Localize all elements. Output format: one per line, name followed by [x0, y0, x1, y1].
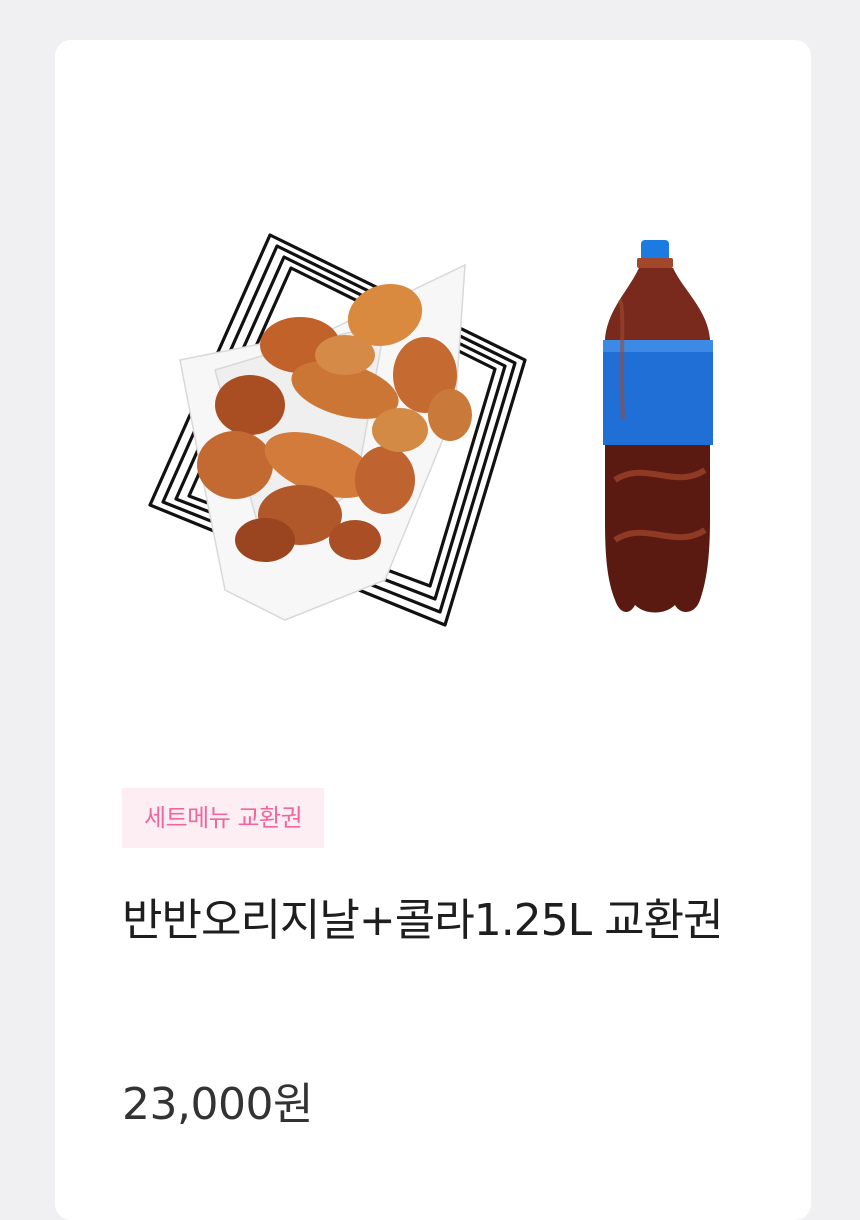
- product-price: 23,000원: [122, 1079, 313, 1130]
- product-image: [55, 160, 811, 760]
- cola-bottle-icon: [603, 240, 713, 613]
- category-badge: 세트메뉴 교환권: [122, 788, 325, 848]
- product-title: 반반오리지날+콜라1.25L 교환권: [122, 895, 724, 946]
- chicken-and-cola-illustration: [148, 233, 713, 627]
- product-card[interactable]: 세트메뉴 교환권 반반오리지날+콜라1.25L 교환권 23,000원: [55, 40, 811, 1220]
